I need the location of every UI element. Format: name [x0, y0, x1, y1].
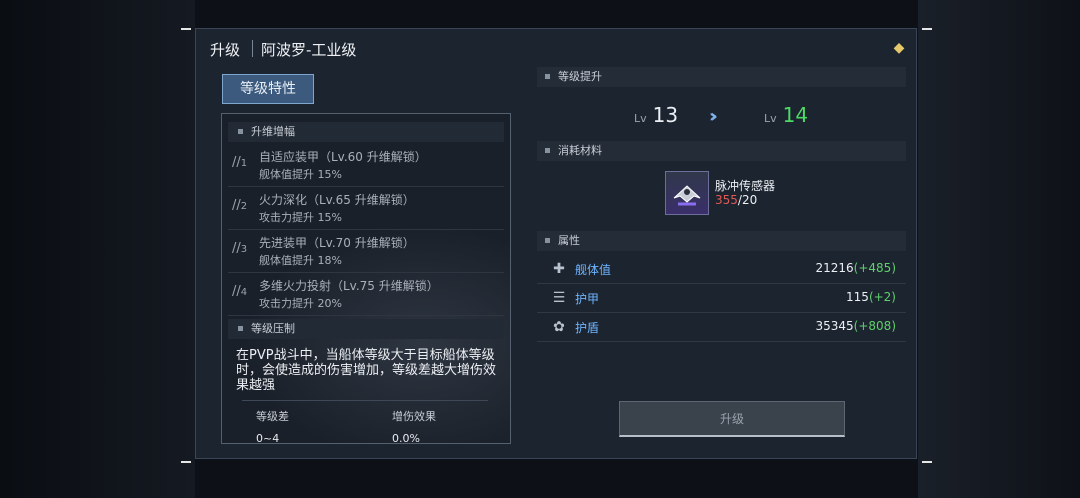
- table-header-level-diff: 等级差: [256, 410, 289, 423]
- attribute-value: 35345(+808): [815, 319, 896, 333]
- list-item: //3 先进装甲（Lv.70 升维解锁） 舰体值提升 18%: [228, 230, 504, 273]
- diamond-icon[interactable]: ◆: [890, 39, 908, 57]
- armor-icon: ☰: [552, 290, 566, 306]
- trait-rank-icon: //2: [232, 198, 248, 213]
- attribute-value: 115(+2): [846, 290, 896, 304]
- section-header-level-up: 等级提升: [537, 67, 906, 87]
- traits-list[interactable]: 升维增幅 //1 自适应装甲（Lv.60 升维解锁） 舰体值提升 15% //2…: [221, 113, 511, 444]
- section-title: 等级压制: [251, 322, 295, 335]
- current-level-value: 13: [652, 103, 679, 127]
- attribute-name: 舰体值: [575, 263, 612, 277]
- attribute-name: 护盾: [575, 321, 600, 335]
- section-title: 升维增幅: [251, 125, 295, 138]
- upgrade-dialog: 升级 阿波罗-工业级 ◆ 等级特性 升维增幅 //1 自适应装甲（Lv.60 升…: [195, 28, 917, 459]
- trait-title: 火力深化（Lv.65 升维解锁）: [259, 193, 415, 207]
- double-chevron-right-icon: ››: [709, 106, 718, 127]
- next-level: Lv 14: [764, 103, 808, 127]
- attribute-row-shield: ✿ 护盾 35345(+808): [537, 313, 906, 342]
- frame-corner: [922, 461, 932, 463]
- trait-effect: 舰体值提升 15%: [259, 168, 342, 181]
- trait-effect: 舰体值提升 18%: [259, 254, 342, 267]
- background-right: [918, 0, 1080, 498]
- attribute-value: 21216(+485): [815, 261, 896, 275]
- table-cell: 0.0%: [392, 432, 420, 444]
- value-increase: (+2): [868, 290, 896, 304]
- value-number: 21216: [815, 261, 854, 275]
- section-header-materials: 消耗材料: [537, 141, 906, 161]
- tab-level-traits[interactable]: 等级特性: [222, 74, 314, 104]
- value-increase: (+808): [853, 319, 896, 333]
- list-item: //2 火力深化（Lv.65 升维解锁） 攻击力提升 15%: [228, 187, 504, 230]
- dialog-title: 升级: [210, 41, 241, 59]
- shield-icon: ✿: [553, 319, 565, 335]
- section-header-suppression: 等级压制: [228, 319, 504, 339]
- material-count: 355/20: [715, 193, 757, 207]
- material-name: 脉冲传感器: [715, 179, 776, 193]
- attribute-row-armor: ☰ 护甲 115(+2): [537, 284, 906, 313]
- trait-title: 多维火力投射（Lv.75 升维解锁）: [259, 279, 439, 293]
- dialog-header: 升级 阿波罗-工业级 ◆: [196, 29, 916, 67]
- trait-rank-icon: //3: [232, 241, 248, 256]
- frame-corner: [922, 28, 932, 30]
- attribute-row-hull: ✚ 舰体值 21216(+485): [537, 255, 906, 284]
- lv-prefix: Lv: [764, 112, 777, 125]
- value-number: 35345: [815, 319, 854, 333]
- trait-rank-icon: //1: [232, 155, 248, 170]
- material-need: /20: [737, 193, 758, 207]
- suppression-description: 在PVP战斗中，当船体等级大于目标船体等级时，会使造成的伤害增加，等级差越大增伤…: [236, 348, 497, 393]
- next-level-value: 14: [782, 103, 809, 127]
- value-increase: (+485): [853, 261, 896, 275]
- table-header-damage-bonus: 增伤效果: [392, 410, 436, 423]
- frame-corner: [181, 28, 191, 30]
- section-title: 消耗材料: [558, 144, 602, 157]
- lv-prefix: Lv: [634, 112, 647, 125]
- trait-effect: 攻击力提升 20%: [259, 297, 342, 310]
- value-number: 115: [846, 290, 869, 304]
- section-title: 等级提升: [558, 70, 602, 83]
- table-divider: [242, 400, 488, 401]
- title-divider: [252, 40, 253, 57]
- frame-corner: [181, 461, 191, 463]
- section-header-attributes: 属性: [537, 231, 906, 251]
- pulse-sensor-icon[interactable]: [665, 171, 709, 215]
- list-item: //4 多维火力投射（Lv.75 升维解锁） 攻击力提升 20%: [228, 273, 504, 316]
- material-have: 355: [715, 193, 738, 207]
- background-left: [0, 0, 195, 498]
- ship-name: 阿波罗-工业级: [261, 41, 357, 59]
- section-header-dimension: 升维增幅: [228, 122, 504, 142]
- current-level: Lv 13: [634, 103, 678, 127]
- trait-title: 先进装甲（Lv.70 升维解锁）: [259, 236, 415, 250]
- trait-effect: 攻击力提升 15%: [259, 211, 342, 224]
- section-title: 属性: [558, 234, 580, 247]
- trait-rank-icon: //4: [232, 284, 248, 299]
- table-cell: 0~4: [256, 432, 280, 444]
- trait-title: 自适应装甲（Lv.60 升维解锁）: [259, 150, 427, 164]
- hull-icon: ✚: [553, 261, 565, 277]
- list-item: //1 自适应装甲（Lv.60 升维解锁） 舰体值提升 15%: [228, 144, 504, 187]
- upgrade-button[interactable]: 升级: [619, 401, 845, 437]
- attribute-name: 护甲: [575, 292, 600, 306]
